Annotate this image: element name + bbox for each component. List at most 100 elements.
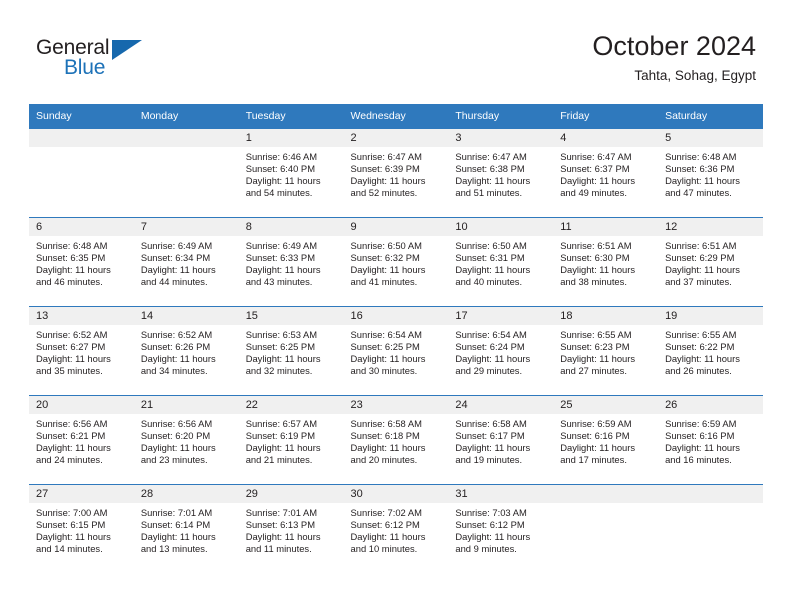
- sunrise-text: Sunrise: 6:56 AM: [36, 418, 108, 429]
- day-details: Sunrise: 6:50 AM Sunset: 6:31 PM Daylight:…: [448, 236, 553, 288]
- calendar-day-cell[interactable]: 23 Sunrise: 6:58 AM Sunset: 6:18 PM Dayligh…: [343, 395, 449, 485]
- calendar-day-cell[interactable]: 7 Sunrise: 6:49 AM Sunset: 6:34 PM Daylight…: [133, 217, 239, 307]
- daylight-text-line2: and 54 minutes.: [245, 186, 313, 198]
- calendar-day-cell[interactable]: 18 Sunrise: 6:55 AM Sunset: 6:23 PM Dayligh…: [553, 306, 659, 396]
- day-details: Sunrise: 7:01 AM Sunset: 6:13 PM Daylight:…: [239, 503, 344, 555]
- daylight-text-line1: Daylight: 11 hours: [140, 352, 216, 364]
- sunrise-text: Sunrise: 6:52 AM: [140, 329, 213, 340]
- calendar-day-cell[interactable]: 17 Sunrise: 6:54 AM Sunset: 6:24 PM Dayligh…: [448, 306, 554, 396]
- calendar-day-cell[interactable]: 6 Sunrise: 6:48 AM Sunset: 6:35 PM Daylight…: [29, 217, 134, 307]
- calendar-day-cell[interactable]: 8 Sunrise: 6:49 AM Sunset: 6:33 PM Daylight…: [238, 217, 344, 307]
- daylight-text-line2: and 38 minutes.: [560, 275, 627, 287]
- day-number: 16: [343, 307, 449, 325]
- day-number: 28: [133, 485, 239, 503]
- calendar-day-cell[interactable]: 29 Sunrise: 7:01 AM Sunset: 6:13 PM Dayligh…: [238, 484, 344, 573]
- sunrise-text: Sunrise: 6:54 AM: [455, 329, 527, 340]
- daylight-text-line2: and 27 minutes.: [560, 364, 627, 376]
- day-number: 5: [658, 129, 763, 147]
- calendar-day-cell[interactable]: 2 Sunrise: 6:47 AM Sunset: 6:39 PM Daylight…: [343, 128, 449, 218]
- daylight-text-line2: and 51 minutes.: [455, 186, 523, 198]
- calendar-day-cell[interactable]: 11 Sunrise: 6:51 AM Sunset: 6:30 PM Dayligh…: [553, 217, 659, 307]
- sunset-text: Sunset: 6:30 PM: [560, 251, 630, 263]
- daylight-text-line2: and 47 minutes.: [665, 186, 732, 198]
- brand-name-blue: Blue: [64, 56, 106, 79]
- calendar-day-cell[interactable]: 22 Sunrise: 6:57 AM Sunset: 6:19 PM Dayligh…: [238, 395, 344, 485]
- calendar-day-cell[interactable]: 4 Sunrise: 6:47 AM Sunset: 6:37 PM Daylight…: [553, 128, 659, 218]
- daylight-text-line1: Daylight: 11 hours: [245, 530, 321, 542]
- calendar-day-cell[interactable]: 19 Sunrise: 6:55 AM Sunset: 6:22 PM Dayligh…: [658, 306, 763, 396]
- calendar-day-cell[interactable]: 26 Sunrise: 6:59 AM Sunset: 6:16 PM Dayligh…: [658, 395, 763, 485]
- day-number: 19: [658, 307, 763, 325]
- calendar-day-cell[interactable]: 30 Sunrise: 7:02 AM Sunset: 6:12 PM Dayligh…: [343, 484, 449, 573]
- day-details: Sunrise: 7:03 AM Sunset: 6:12 PM Daylight:…: [448, 503, 553, 555]
- page-header: General Blue October 2024 Tahta, Sohag, …: [0, 0, 792, 100]
- day-details: Sunrise: 6:49 AM Sunset: 6:34 PM Daylight:…: [134, 236, 239, 288]
- day-details: Sunrise: 6:57 AM Sunset: 6:19 PM Daylight:…: [239, 414, 344, 466]
- sunset-text: Sunset: 6:34 PM: [140, 251, 211, 263]
- calendar-day-cell[interactable]: 31 Sunrise: 7:03 AM Sunset: 6:12 PM Dayligh…: [448, 484, 554, 573]
- day-details: [658, 503, 763, 507]
- calendar-day-cell[interactable]: [553, 484, 659, 573]
- calendar-day-cell[interactable]: 3 Sunrise: 6:47 AM Sunset: 6:38 PM Daylight…: [448, 128, 554, 218]
- weekday-header-tuesday: Tuesday: [238, 104, 344, 129]
- calendar-day-cell[interactable]: 20 Sunrise: 6:56 AM Sunset: 6:21 PM Dayligh…: [29, 395, 134, 485]
- calendar-day-cell[interactable]: 12 Sunrise: 6:51 AM Sunset: 6:29 PM Dayligh…: [658, 217, 763, 307]
- brand-logo[interactable]: General Blue: [36, 36, 216, 86]
- day-number: 12: [658, 218, 763, 236]
- calendar-day-cell[interactable]: 13 Sunrise: 6:52 AM Sunset: 6:27 PM Dayligh…: [29, 306, 134, 396]
- sunrise-text: Sunrise: 6:55 AM: [665, 329, 737, 340]
- calendar-day-cell[interactable]: 16 Sunrise: 6:54 AM Sunset: 6:25 PM Dayligh…: [343, 306, 449, 396]
- daylight-text-line1: Daylight: 11 hours: [455, 530, 531, 542]
- daylight-text-line2: and 23 minutes.: [140, 453, 208, 465]
- day-number: [553, 485, 659, 503]
- calendar-day-cell[interactable]: 25 Sunrise: 6:59 AM Sunset: 6:16 PM Dayligh…: [553, 395, 659, 485]
- page-subtitle: Tahta, Sohag, Egypt: [634, 68, 756, 83]
- sunrise-text: Sunrise: 6:54 AM: [350, 329, 422, 340]
- calendar-day-cell[interactable]: 24 Sunrise: 6:58 AM Sunset: 6:17 PM Dayligh…: [448, 395, 554, 485]
- daylight-text-line1: Daylight: 11 hours: [560, 263, 636, 275]
- daylight-text-line1: Daylight: 11 hours: [665, 174, 740, 186]
- sunrise-text: Sunrise: 6:48 AM: [665, 151, 737, 162]
- day-number: 31: [448, 485, 554, 503]
- day-details: [553, 503, 658, 507]
- daylight-text-line2: and 10 minutes.: [350, 542, 418, 554]
- calendar-day-cell[interactable]: [133, 128, 239, 218]
- sunset-text: Sunset: 6:33 PM: [245, 251, 315, 263]
- calendar-day-cell[interactable]: 15 Sunrise: 6:53 AM Sunset: 6:25 PM Dayligh…: [238, 306, 344, 396]
- calendar-day-cell[interactable]: [658, 484, 763, 573]
- calendar-day-cell[interactable]: 9 Sunrise: 6:50 AM Sunset: 6:32 PM Daylight…: [343, 217, 449, 307]
- calendar-day-cell[interactable]: 21 Sunrise: 6:56 AM Sunset: 6:20 PM Dayligh…: [133, 395, 239, 485]
- day-number: 8: [238, 218, 344, 236]
- calendar-day-cell[interactable]: 14 Sunrise: 6:52 AM Sunset: 6:26 PM Dayligh…: [133, 306, 239, 396]
- sunset-text: Sunset: 6:22 PM: [665, 340, 735, 352]
- day-number: 3: [448, 129, 554, 147]
- daylight-text-line2: and 13 minutes.: [140, 542, 208, 554]
- sunset-text: Sunset: 6:12 PM: [350, 518, 420, 530]
- day-number: 9: [343, 218, 449, 236]
- sunset-text: Sunset: 6:32 PM: [350, 251, 420, 263]
- calendar-day-cell[interactable]: [29, 128, 134, 218]
- weekday-header-thursday: Thursday: [448, 104, 554, 129]
- day-number: 29: [238, 485, 344, 503]
- sunset-text: Sunset: 6:37 PM: [560, 162, 630, 174]
- daylight-text-line1: Daylight: 11 hours: [665, 352, 740, 364]
- calendar-day-cell[interactable]: 5 Sunrise: 6:48 AM Sunset: 6:36 PM Daylight…: [658, 128, 763, 218]
- day-number: 1: [238, 129, 344, 147]
- sunset-text: Sunset: 6:15 PM: [36, 518, 106, 530]
- daylight-text-line1: Daylight: 11 hours: [140, 263, 216, 275]
- sunset-text: Sunset: 6:12 PM: [455, 518, 525, 530]
- daylight-text-line1: Daylight: 11 hours: [245, 263, 321, 275]
- day-number: 23: [343, 396, 449, 414]
- calendar-day-cell[interactable]: 1 Sunrise: 6:46 AM Sunset: 6:40 PM Daylight…: [238, 128, 344, 218]
- calendar-day-cell[interactable]: 27 Sunrise: 7:00 AM Sunset: 6:15 PM Dayligh…: [29, 484, 134, 573]
- sunrise-text: Sunrise: 7:02 AM: [350, 507, 422, 518]
- sunset-text: Sunset: 6:16 PM: [665, 429, 735, 441]
- daylight-text-line1: Daylight: 11 hours: [350, 263, 426, 275]
- daylight-text-line2: and 40 minutes.: [455, 275, 523, 287]
- day-details: Sunrise: 6:53 AM Sunset: 6:25 PM Daylight:…: [239, 325, 344, 377]
- day-details: Sunrise: 6:48 AM Sunset: 6:35 PM Daylight:…: [29, 236, 134, 288]
- day-details: Sunrise: 6:58 AM Sunset: 6:17 PM Daylight:…: [448, 414, 553, 466]
- calendar-day-cell[interactable]: 28 Sunrise: 7:01 AM Sunset: 6:14 PM Dayligh…: [133, 484, 239, 573]
- sunset-text: Sunset: 6:31 PM: [455, 251, 525, 263]
- calendar-day-cell[interactable]: 10 Sunrise: 6:50 AM Sunset: 6:31 PM Dayligh…: [448, 217, 554, 307]
